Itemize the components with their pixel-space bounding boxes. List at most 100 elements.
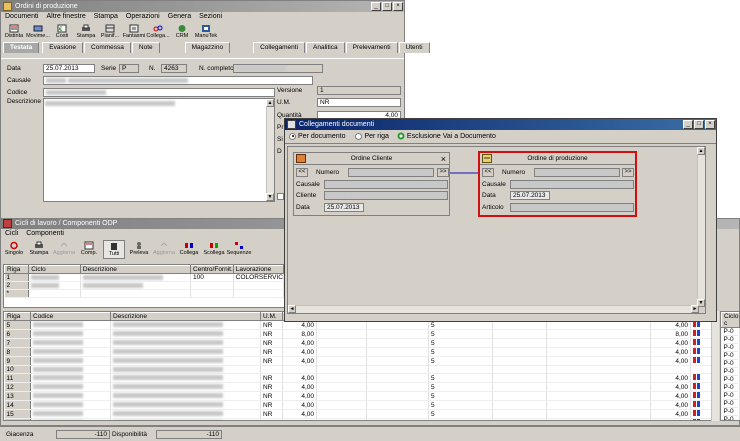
ncompleto-field[interactable] bbox=[233, 64, 323, 73]
table-row[interactable]: P-0 bbox=[721, 343, 740, 352]
table-row[interactable]: * bbox=[4, 289, 284, 298]
ordine-produzione-panel[interactable]: Ordine di produzione << Numero >> Causal… bbox=[478, 151, 637, 217]
canvas-vscrollbar[interactable]: ▲ ▼ bbox=[697, 147, 705, 307]
serie-field[interactable]: P bbox=[119, 64, 139, 73]
preleva-button[interactable]: Preleva bbox=[128, 240, 150, 259]
col-um[interactable]: U.M. bbox=[260, 312, 283, 321]
codice-field[interactable] bbox=[43, 88, 275, 97]
minimize-button[interactable]: _ bbox=[371, 2, 381, 11]
esclusione-button[interactable]: Esclusione Vai a Documento bbox=[397, 132, 496, 140]
table-row[interactable]: P-0 bbox=[721, 367, 740, 376]
um-field[interactable]: NR bbox=[317, 98, 401, 107]
versione-field[interactable]: 1 bbox=[317, 86, 401, 95]
aggiorna-button-2[interactable]: Aggiorna bbox=[153, 240, 175, 259]
per-riga-radio[interactable]: Per riga bbox=[355, 132, 389, 140]
scroll-up-arrow[interactable]: ▲ bbox=[266, 99, 274, 107]
table-row[interactable]: 16NR4,0054,00 bbox=[4, 418, 718, 420]
close-button[interactable]: × bbox=[393, 2, 403, 11]
maximize-button[interactable]: □ bbox=[694, 120, 704, 129]
per-documento-radio[interactable]: Per documento bbox=[289, 132, 345, 140]
cicli-stampa-button[interactable]: Stampa bbox=[28, 240, 50, 259]
pianif-button[interactable]: Pianif... bbox=[99, 23, 121, 40]
tab-analitica[interactable]: Analitica bbox=[306, 42, 345, 53]
col-descrizione[interactable]: Descrizione bbox=[110, 312, 261, 321]
nav-next-button[interactable]: >> bbox=[437, 168, 449, 177]
tab-commessa[interactable]: Commessa bbox=[84, 42, 131, 53]
descrizione-textarea[interactable]: ▲ ▼ bbox=[43, 98, 275, 202]
table-row[interactable]: 14 NR 4,00 5 4,00 bbox=[4, 400, 718, 410]
movimenti-button[interactable]: Movime... bbox=[26, 23, 50, 40]
table-row[interactable]: 7 NR 4,00 5 4,00 bbox=[4, 338, 718, 348]
fantasmi-button[interactable]: Fantasmi bbox=[123, 23, 145, 40]
rp-numero-field[interactable] bbox=[534, 168, 620, 177]
tab-testata[interactable]: Testata bbox=[3, 42, 40, 53]
scollega-button[interactable]: Scollega bbox=[203, 240, 225, 259]
table-row[interactable]: 13 NR 4,00 5 4,00 bbox=[4, 391, 718, 401]
rp-nav-next-button[interactable]: >> bbox=[622, 168, 634, 177]
rp-nav-prev-button[interactable]: << bbox=[482, 168, 494, 177]
table-row[interactable]: P-0 bbox=[721, 391, 740, 400]
table-row[interactable]: 9 NR 4,00 5 4,00 bbox=[4, 356, 718, 366]
lp-cliente-field[interactable] bbox=[324, 191, 448, 200]
table-row[interactable]: P-0 bbox=[721, 415, 740, 420]
col-centro[interactable]: Centro/Fornit. bbox=[190, 265, 234, 274]
scroll-right-arrow[interactable]: ► bbox=[691, 305, 699, 313]
table-row[interactable]: 2 bbox=[4, 281, 284, 290]
cicli-collega-button[interactable]: Collega bbox=[178, 240, 200, 259]
data-field[interactable]: 25.07.2013 bbox=[43, 64, 95, 73]
tab-prelevamenti[interactable]: Prelevamenti bbox=[345, 42, 398, 53]
ordine-cliente-panel[interactable]: Ordine Cliente × << Numero >> Causale Cl… bbox=[293, 152, 450, 216]
table-row[interactable]: P-0 bbox=[721, 407, 740, 416]
table-row[interactable]: 10 bbox=[4, 365, 718, 374]
table-row[interactable]: P-0 bbox=[721, 359, 740, 368]
table-row[interactable]: 11 NR 4,00 5 4,00 bbox=[4, 373, 718, 383]
numero-field[interactable]: 4263 bbox=[161, 64, 187, 73]
lp-numero-field[interactable] bbox=[348, 168, 434, 177]
tab-utenti[interactable]: Utenti bbox=[398, 42, 430, 53]
scroll-up-arrow[interactable]: ▲ bbox=[697, 147, 705, 155]
scroll-left-arrow[interactable]: ◄ bbox=[288, 305, 296, 313]
descrizione-scrollbar[interactable]: ▲ ▼ bbox=[266, 99, 274, 201]
menu-componenti[interactable]: Componenti bbox=[26, 229, 64, 239]
table-row[interactable]: 12 NR 4,00 5 4,00 bbox=[4, 382, 718, 392]
menu-altre-finestre[interactable]: Altre finestre bbox=[46, 12, 85, 22]
sequenze-button[interactable]: Sequenze bbox=[227, 240, 251, 259]
table-row[interactable]: 1 100 COLORSERVIC bbox=[4, 273, 284, 282]
lp-causale-field[interactable] bbox=[324, 180, 448, 189]
collega-button[interactable]: Collega... bbox=[146, 23, 170, 40]
collegamenti-titlebar[interactable]: Collegamenti documenti _ □ × bbox=[285, 119, 716, 130]
menu-documenti[interactable]: Documenti bbox=[5, 12, 38, 22]
tab-evasione[interactable]: Evasione bbox=[42, 42, 84, 53]
menu-sezioni[interactable]: Sezioni bbox=[199, 12, 222, 22]
menu-genera[interactable]: Genera bbox=[168, 12, 191, 22]
checkbox[interactable] bbox=[277, 193, 284, 200]
col-ciclo-c[interactable]: Ciclo c bbox=[721, 312, 740, 328]
col-riga[interactable]: Riga bbox=[4, 312, 31, 321]
tab-collegamenti[interactable]: Collegamenti bbox=[253, 42, 306, 53]
table-row[interactable]: P-0 bbox=[721, 399, 740, 408]
costi-button[interactable]: € Costi bbox=[51, 23, 73, 40]
maximize-button[interactable]: □ bbox=[382, 2, 392, 11]
table-row[interactable]: P-0 bbox=[721, 375, 740, 384]
rp-articolo-field[interactable] bbox=[510, 203, 634, 212]
comp-button[interactable]: Comp. bbox=[78, 240, 100, 259]
tab-magazzino[interactable]: Magazzino bbox=[184, 42, 231, 53]
col-descrizione[interactable]: Descrizione bbox=[79, 265, 192, 274]
menu-operazioni[interactable]: Operazioni bbox=[126, 12, 160, 22]
col-ciclo[interactable]: Ciclo bbox=[28, 265, 81, 274]
components-vscrollbar[interactable] bbox=[711, 311, 719, 421]
panel-close-icon[interactable]: × bbox=[441, 153, 446, 165]
scroll-down-arrow[interactable]: ▼ bbox=[266, 193, 274, 201]
nav-prev-button[interactable]: << bbox=[296, 168, 308, 177]
tab-note[interactable]: Note bbox=[131, 42, 160, 53]
tutti-button[interactable]: Tutti bbox=[103, 240, 125, 259]
menu-stampa[interactable]: Stampa bbox=[94, 12, 118, 22]
distinta-button[interactable]: Distinta bbox=[3, 23, 25, 40]
ordini-titlebar[interactable]: Ordini di produzione _ □ × bbox=[1, 1, 404, 12]
manutek-button[interactable]: ManuTek bbox=[195, 23, 217, 40]
rp-data-field[interactable]: 25.07.2013 bbox=[510, 191, 550, 200]
table-row[interactable]: 8 NR 4,00 5 4,00 bbox=[4, 347, 718, 357]
table-row[interactable]: P-0 bbox=[721, 327, 740, 336]
causale-field[interactable] bbox=[43, 76, 313, 85]
menu-cicli[interactable]: Cicli bbox=[5, 229, 18, 239]
